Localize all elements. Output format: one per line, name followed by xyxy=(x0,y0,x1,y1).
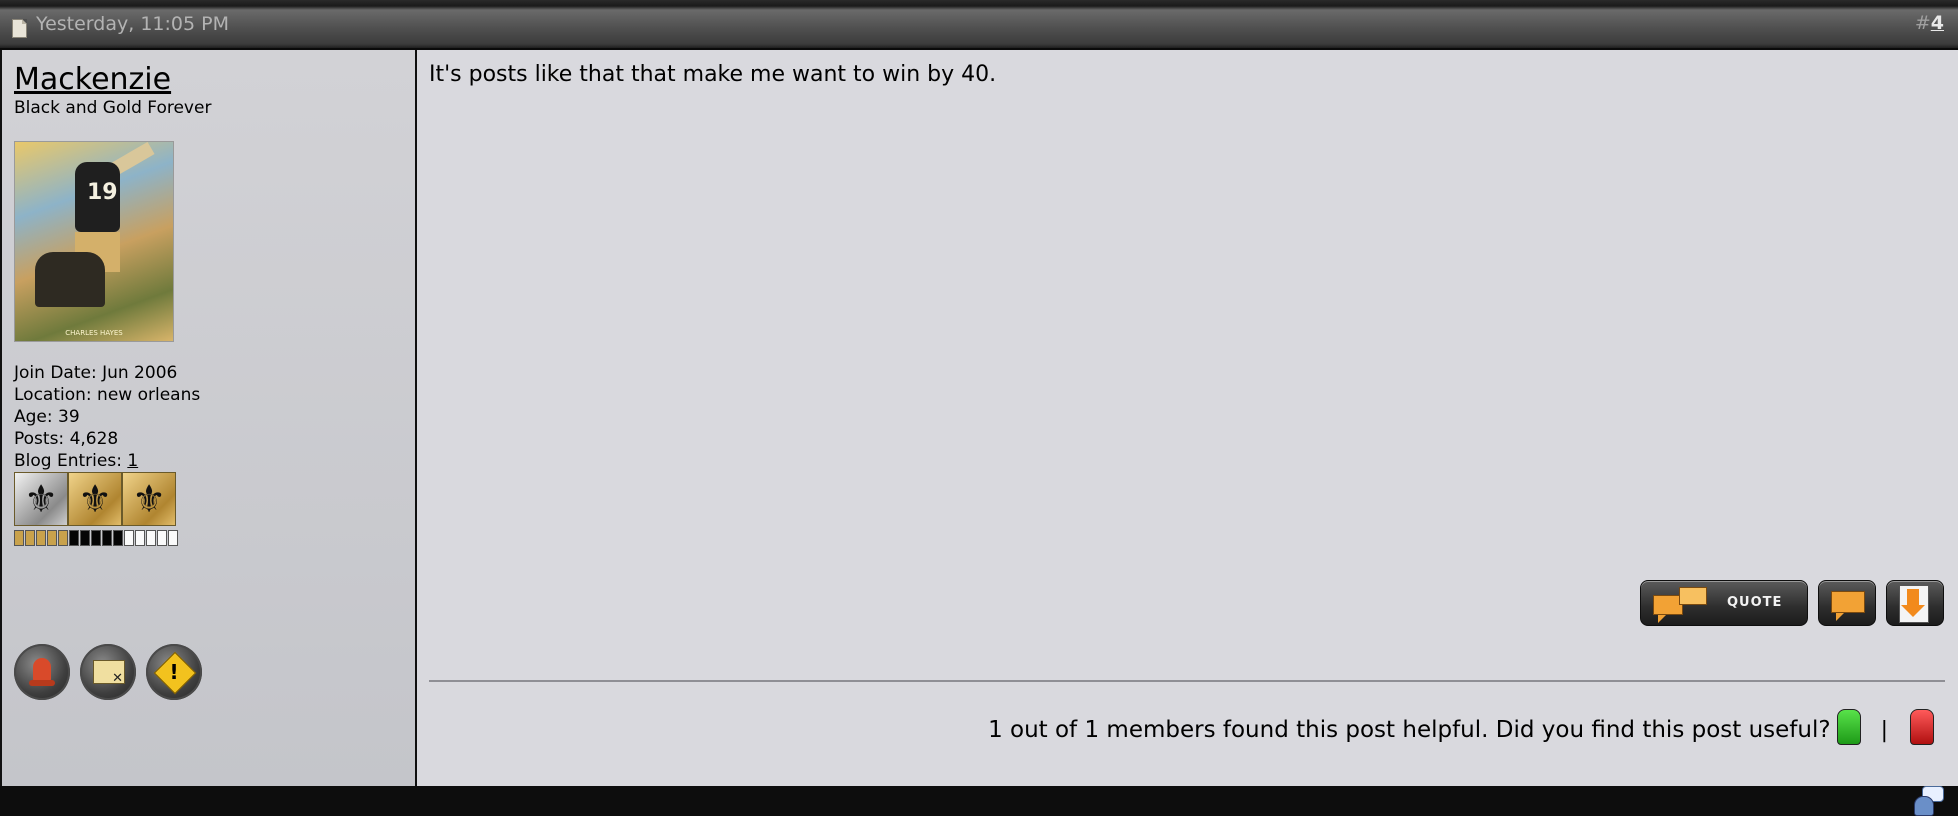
reputation-cell-white xyxy=(157,530,167,546)
quote-button-label: QUOTE xyxy=(1727,595,1783,610)
user-icon xyxy=(1914,796,1934,816)
gold-fleur-de-lis-icon: ⚜ xyxy=(122,472,176,526)
post-buttons: QUOTE xyxy=(1640,580,1944,626)
avatar[interactable]: 19 CHARLES HAYES xyxy=(14,141,174,342)
reputation-cell-gold xyxy=(14,530,24,546)
username-link[interactable]: Mackenzie xyxy=(14,62,171,97)
quick-reply-icon xyxy=(1831,591,1865,621)
stat-label: Posts: xyxy=(14,429,65,449)
offline-icon xyxy=(29,658,55,686)
avatar-holder-shape xyxy=(35,252,105,307)
reputation-bar xyxy=(14,530,178,546)
private-message-icon xyxy=(93,660,125,686)
reputation-cell-white xyxy=(146,530,156,546)
post-message: It's posts like that that make me want t… xyxy=(429,62,997,87)
helpful-users-button[interactable] xyxy=(1914,786,1944,816)
reputation-cell-white xyxy=(168,530,178,546)
reputation-cell-black xyxy=(69,530,79,546)
reputation-cell-black xyxy=(102,530,112,546)
thumbs-up-icon[interactable] xyxy=(1836,709,1861,745)
gold-fleur-de-lis-icon: ⚜ xyxy=(68,472,122,526)
stat-value: 39 xyxy=(58,407,80,427)
post-content-column: It's posts like that that make me want t… xyxy=(417,50,1958,816)
avatar-jersey-number: 19 xyxy=(87,180,118,205)
stat-value: 4,628 xyxy=(69,429,119,449)
content-divider xyxy=(429,680,1945,682)
stat-label: Location: xyxy=(14,385,92,405)
age-row: Age: 39 xyxy=(14,406,200,428)
user-info-column: Mackenzie Black and Gold Forever 19 CHAR… xyxy=(2,50,417,786)
stat-value: Jun 2006 xyxy=(102,363,178,383)
helpful-rating: 1 out of 1 members found this post helpf… xyxy=(988,709,1934,750)
multi-quote-button[interactable] xyxy=(1886,580,1944,626)
user-action-buttons: ! xyxy=(14,644,202,700)
reputation-cell-gold xyxy=(58,530,68,546)
post-date: Yesterday, 11:05 PM xyxy=(36,13,229,35)
stat-value: new orleans xyxy=(97,385,201,405)
thumbs-down-icon[interactable] xyxy=(1910,709,1934,745)
down-arrow-icon xyxy=(1901,589,1925,617)
helpful-text: 1 out of 1 members found this post helpf… xyxy=(988,717,1831,743)
reputation-cell-white xyxy=(124,530,134,546)
quick-reply-button[interactable] xyxy=(1818,580,1876,626)
stat-label: Age: xyxy=(14,407,53,427)
blog-entries-link[interactable]: 1 xyxy=(127,451,138,471)
silver-fleur-de-lis-icon: ⚜ xyxy=(14,472,68,526)
stat-label: Blog Entries: xyxy=(14,451,122,471)
post-number-prefix: # xyxy=(1914,12,1931,34)
user-badges: ⚜ ⚜ ⚜ xyxy=(14,472,176,526)
posts-row: Posts: 4,628 xyxy=(14,428,200,450)
user-stats: Join Date: Jun 2006 Location: new orlean… xyxy=(14,362,200,472)
blog-entries-row: Blog Entries: 1 xyxy=(14,450,200,472)
reputation-cell-black xyxy=(80,530,90,546)
join-date-row: Join Date: Jun 2006 xyxy=(14,362,200,384)
document-icon xyxy=(12,19,27,38)
quote-button[interactable]: QUOTE xyxy=(1640,580,1808,626)
quote-bubble-icon xyxy=(1679,587,1707,605)
user-offline-button[interactable] xyxy=(14,644,70,700)
send-private-message-button[interactable] xyxy=(80,644,136,700)
stat-label: Join Date: xyxy=(14,363,97,383)
location-row: Location: new orleans xyxy=(14,384,200,406)
reputation-cell-black xyxy=(113,530,123,546)
user-title: Black and Gold Forever xyxy=(14,98,212,118)
report-post-button[interactable]: ! xyxy=(146,644,202,700)
helpful-separator: | xyxy=(1880,717,1888,743)
reputation-cell-white xyxy=(135,530,145,546)
reputation-cell-gold xyxy=(25,530,35,546)
forum-post: Yesterday, 11:05 PM #4 Mackenzie Black a… xyxy=(0,0,1958,816)
post-header: Yesterday, 11:05 PM #4 xyxy=(0,0,1958,50)
avatar-caption: CHARLES HAYES xyxy=(65,329,123,337)
reputation-cell-gold xyxy=(47,530,57,546)
reputation-cell-black xyxy=(91,530,101,546)
post-number: #4 xyxy=(1915,12,1944,34)
post-number-link[interactable]: 4 xyxy=(1931,12,1944,34)
reputation-cell-gold xyxy=(36,530,46,546)
